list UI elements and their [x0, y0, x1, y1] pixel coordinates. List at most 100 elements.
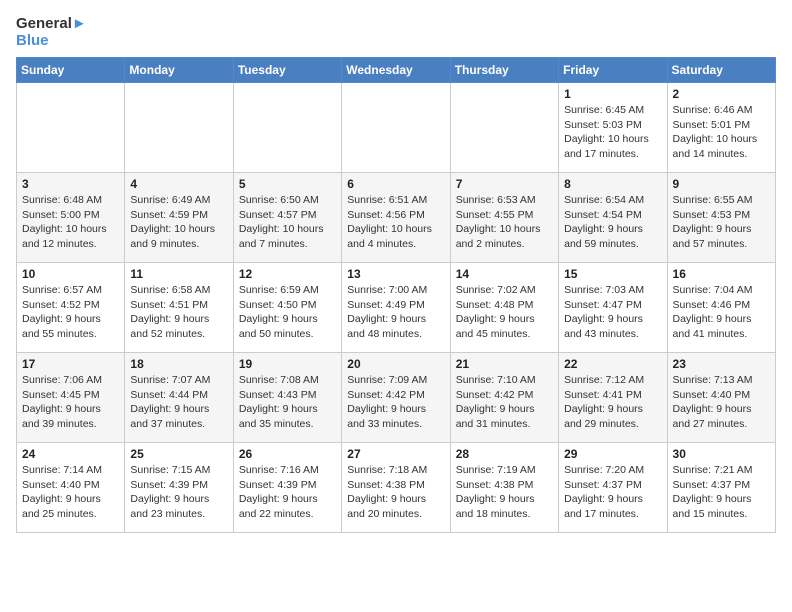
calendar-week-row: 17Sunrise: 7:06 AM Sunset: 4:45 PM Dayli…	[17, 353, 776, 443]
day-cell-22: 22 Sunrise: 7:12 AM Sunset: 4:41 PM Dayli…	[559, 353, 667, 443]
day-number: 22	[564, 357, 661, 371]
day-number: 26	[239, 447, 336, 461]
day-cell-23: 23 Sunrise: 7:13 AM Sunset: 4:40 PM Dayli…	[667, 353, 775, 443]
calendar-week-row: 10Sunrise: 6:57 AM Sunset: 4:52 PM Dayli…	[17, 263, 776, 353]
header-saturday: Saturday	[667, 58, 775, 83]
empty-cell	[125, 83, 233, 173]
day-info: Sunrise: 7:15 AM Sunset: 4:39 PM Dayligh…	[130, 463, 227, 522]
day-cell-2: 2 Sunrise: 6:46 AM Sunset: 5:01 PM Daylig…	[667, 83, 775, 173]
day-number: 23	[673, 357, 770, 371]
day-info: Sunrise: 7:19 AM Sunset: 4:38 PM Dayligh…	[456, 463, 553, 522]
header: General► Blue	[16, 16, 776, 49]
day-info: Sunrise: 7:20 AM Sunset: 4:37 PM Dayligh…	[564, 463, 661, 522]
empty-cell	[342, 83, 450, 173]
day-info: Sunrise: 7:04 AM Sunset: 4:46 PM Dayligh…	[673, 283, 770, 342]
header-wednesday: Wednesday	[342, 58, 450, 83]
calendar-header: SundayMondayTuesdayWednesdayThursdayFrid…	[17, 58, 776, 83]
day-cell-9: 9 Sunrise: 6:55 AM Sunset: 4:53 PM Daylig…	[667, 173, 775, 263]
day-cell-5: 5Sunrise: 6:50 AM Sunset: 4:57 PM Daylig…	[233, 173, 341, 263]
calendar-body: 1 Sunrise: 6:45 AM Sunset: 5:03 PM Daylig…	[17, 83, 776, 533]
calendar-week-row: 3Sunrise: 6:48 AM Sunset: 5:00 PM Daylig…	[17, 173, 776, 263]
day-number: 3	[22, 177, 119, 191]
day-cell-29: 29 Sunrise: 7:20 AM Sunset: 4:37 PM Dayli…	[559, 443, 667, 533]
day-number: 27	[347, 447, 444, 461]
day-number: 15	[564, 267, 661, 281]
day-info: Sunrise: 7:13 AM Sunset: 4:40 PM Dayligh…	[673, 373, 770, 432]
day-cell-10: 10Sunrise: 6:57 AM Sunset: 4:52 PM Dayli…	[17, 263, 125, 353]
header-thursday: Thursday	[450, 58, 558, 83]
day-info: Sunrise: 7:21 AM Sunset: 4:37 PM Dayligh…	[673, 463, 770, 522]
calendar-week-row: 24 Sunrise: 7:14 AM Sunset: 4:40 PM Dayli…	[17, 443, 776, 533]
calendar-week-row: 1 Sunrise: 6:45 AM Sunset: 5:03 PM Daylig…	[17, 83, 776, 173]
header-row: SundayMondayTuesdayWednesdayThursdayFrid…	[17, 58, 776, 83]
day-number: 4	[130, 177, 227, 191]
day-number: 29	[564, 447, 661, 461]
day-info: Sunrise: 6:50 AM Sunset: 4:57 PM Dayligh…	[239, 193, 336, 252]
day-info: Sunrise: 6:51 AM Sunset: 4:56 PM Dayligh…	[347, 193, 444, 252]
day-cell-14: 14Sunrise: 7:02 AM Sunset: 4:48 PM Dayli…	[450, 263, 558, 353]
day-cell-4: 4Sunrise: 6:49 AM Sunset: 4:59 PM Daylig…	[125, 173, 233, 263]
day-number: 13	[347, 267, 444, 281]
day-info: Sunrise: 7:00 AM Sunset: 4:49 PM Dayligh…	[347, 283, 444, 342]
day-number: 28	[456, 447, 553, 461]
day-number: 17	[22, 357, 119, 371]
day-cell-20: 20Sunrise: 7:09 AM Sunset: 4:42 PM Dayli…	[342, 353, 450, 443]
day-info: Sunrise: 7:07 AM Sunset: 4:44 PM Dayligh…	[130, 373, 227, 432]
day-number: 8	[564, 177, 661, 191]
day-info: Sunrise: 7:14 AM Sunset: 4:40 PM Dayligh…	[22, 463, 119, 522]
day-cell-13: 13 Sunrise: 7:00 AM Sunset: 4:49 PM Dayli…	[342, 263, 450, 353]
day-cell-24: 24 Sunrise: 7:14 AM Sunset: 4:40 PM Dayli…	[17, 443, 125, 533]
day-cell-25: 25 Sunrise: 7:15 AM Sunset: 4:39 PM Dayli…	[125, 443, 233, 533]
day-cell-18: 18Sunrise: 7:07 AM Sunset: 4:44 PM Dayli…	[125, 353, 233, 443]
day-number: 16	[673, 267, 770, 281]
day-number: 2	[673, 87, 770, 101]
calendar-table: SundayMondayTuesdayWednesdayThursdayFrid…	[16, 57, 776, 533]
logo-line1: General►	[16, 16, 87, 33]
day-info: Sunrise: 6:53 AM Sunset: 4:55 PM Dayligh…	[456, 193, 553, 252]
logo-line2: Blue	[16, 33, 87, 50]
logo: General► Blue	[16, 16, 87, 49]
header-tuesday: Tuesday	[233, 58, 341, 83]
day-cell-11: 11 Sunrise: 6:58 AM Sunset: 4:51 PM Dayli…	[125, 263, 233, 353]
empty-cell	[233, 83, 341, 173]
header-sunday: Sunday	[17, 58, 125, 83]
header-monday: Monday	[125, 58, 233, 83]
day-cell-12: 12 Sunrise: 6:59 AM Sunset: 4:50 PM Dayli…	[233, 263, 341, 353]
day-cell-26: 26Sunrise: 7:16 AM Sunset: 4:39 PM Dayli…	[233, 443, 341, 533]
day-cell-17: 17Sunrise: 7:06 AM Sunset: 4:45 PM Dayli…	[17, 353, 125, 443]
day-number: 11	[130, 267, 227, 281]
day-cell-8: 8 Sunrise: 6:54 AM Sunset: 4:54 PM Daylig…	[559, 173, 667, 263]
day-number: 7	[456, 177, 553, 191]
day-info: Sunrise: 7:18 AM Sunset: 4:38 PM Dayligh…	[347, 463, 444, 522]
day-number: 25	[130, 447, 227, 461]
day-info: Sunrise: 6:55 AM Sunset: 4:53 PM Dayligh…	[673, 193, 770, 252]
day-info: Sunrise: 6:54 AM Sunset: 4:54 PM Dayligh…	[564, 193, 661, 252]
day-number: 12	[239, 267, 336, 281]
day-cell-15: 15Sunrise: 7:03 AM Sunset: 4:47 PM Dayli…	[559, 263, 667, 353]
day-info: Sunrise: 6:58 AM Sunset: 4:51 PM Dayligh…	[130, 283, 227, 342]
day-info: Sunrise: 7:10 AM Sunset: 4:42 PM Dayligh…	[456, 373, 553, 432]
day-cell-28: 28 Sunrise: 7:19 AM Sunset: 4:38 PM Dayli…	[450, 443, 558, 533]
day-cell-21: 21 Sunrise: 7:10 AM Sunset: 4:42 PM Dayli…	[450, 353, 558, 443]
day-number: 14	[456, 267, 553, 281]
day-number: 24	[22, 447, 119, 461]
day-cell-3: 3Sunrise: 6:48 AM Sunset: 5:00 PM Daylig…	[17, 173, 125, 263]
day-cell-1: 1 Sunrise: 6:45 AM Sunset: 5:03 PM Daylig…	[559, 83, 667, 173]
day-number: 1	[564, 87, 661, 101]
day-number: 30	[673, 447, 770, 461]
day-number: 20	[347, 357, 444, 371]
day-info: Sunrise: 6:45 AM Sunset: 5:03 PM Dayligh…	[564, 103, 661, 162]
day-info: Sunrise: 6:46 AM Sunset: 5:01 PM Dayligh…	[673, 103, 770, 162]
day-cell-30: 30 Sunrise: 7:21 AM Sunset: 4:37 PM Dayli…	[667, 443, 775, 533]
day-number: 21	[456, 357, 553, 371]
day-info: Sunrise: 6:59 AM Sunset: 4:50 PM Dayligh…	[239, 283, 336, 342]
day-cell-6: 6Sunrise: 6:51 AM Sunset: 4:56 PM Daylig…	[342, 173, 450, 263]
day-cell-7: 7 Sunrise: 6:53 AM Sunset: 4:55 PM Daylig…	[450, 173, 558, 263]
day-number: 10	[22, 267, 119, 281]
header-friday: Friday	[559, 58, 667, 83]
empty-cell	[450, 83, 558, 173]
day-number: 9	[673, 177, 770, 191]
day-cell-19: 19Sunrise: 7:08 AM Sunset: 4:43 PM Dayli…	[233, 353, 341, 443]
day-info: Sunrise: 7:12 AM Sunset: 4:41 PM Dayligh…	[564, 373, 661, 432]
day-number: 19	[239, 357, 336, 371]
